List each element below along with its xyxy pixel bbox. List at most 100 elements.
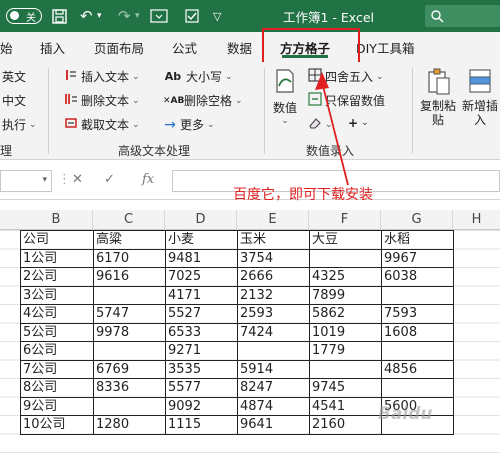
table-cell[interactable]: 5862: [309, 304, 382, 324]
table-cell[interactable]: 6170: [93, 248, 166, 268]
ribbon-execute-button[interactable]: 执行 ⌄: [2, 116, 37, 133]
table-cell[interactable]: 1608: [381, 322, 454, 342]
ribbon-chinese-button[interactable]: 中文: [2, 92, 26, 109]
insert-function-button[interactable]: fx: [142, 172, 154, 187]
table-cell[interactable]: 6533: [165, 322, 238, 342]
table-cell[interactable]: 1公司: [20, 248, 94, 268]
table-cell[interactable]: [309, 359, 382, 379]
header-cell[interactable]: 水稻: [381, 230, 454, 250]
tab-page-layout[interactable]: 页面布局: [94, 32, 144, 62]
table-cell[interactable]: 8公司: [20, 378, 94, 398]
autosave-toggle[interactable]: 关: [6, 0, 42, 32]
ribbon-english-button[interactable]: 英文: [2, 68, 26, 85]
table-cell[interactable]: 5527: [165, 304, 238, 324]
table-cell[interactable]: 1019: [309, 322, 382, 342]
table-cell[interactable]: 5公司: [20, 322, 94, 342]
cancel-icon[interactable]: ✕: [72, 172, 83, 187]
table-cell[interactable]: [237, 341, 310, 361]
confirm-icon[interactable]: ✓: [104, 172, 115, 187]
table-cell[interactable]: 7025: [165, 267, 238, 287]
header-cell[interactable]: 玉米: [237, 230, 310, 250]
dropdown-icon[interactable]: [150, 0, 168, 32]
tab-data[interactable]: 数据: [227, 32, 252, 62]
table-cell[interactable]: 1280: [93, 415, 166, 435]
table-cell[interactable]: 5914: [237, 359, 310, 379]
add-insert-button[interactable]: 新增插入: [460, 68, 500, 127]
column-header-h[interactable]: H: [453, 210, 500, 230]
table-cell[interactable]: 5577: [165, 378, 238, 398]
table-cell[interactable]: 3535: [165, 359, 238, 379]
table-cell[interactable]: 5747: [93, 304, 166, 324]
case-button[interactable]: Ab 大小写 ⌄: [163, 68, 233, 85]
table-cell[interactable]: 4874: [237, 396, 310, 416]
tab-diy-toolbox[interactable]: DIY工具箱: [356, 32, 414, 62]
table-cell[interactable]: 8336: [93, 378, 166, 398]
save-icon[interactable]: [52, 0, 67, 32]
header-cell[interactable]: 公司: [20, 230, 94, 250]
column-header-f[interactable]: F: [309, 210, 381, 230]
table-cell[interactable]: [381, 285, 454, 305]
table-cell[interactable]: [381, 378, 454, 398]
tab-formulas[interactable]: 公式: [172, 32, 197, 62]
insert-text-button[interactable]: 插入文本 ⌄: [64, 68, 140, 85]
table-cell[interactable]: 7公司: [20, 359, 94, 379]
search-box[interactable]: [425, 5, 500, 27]
table-cell[interactable]: 9271: [165, 341, 238, 361]
table-cell[interactable]: 4公司: [20, 304, 94, 324]
table-cell[interactable]: [309, 248, 382, 268]
column-header-e[interactable]: E: [237, 210, 309, 230]
table-cell[interactable]: 9616: [93, 267, 166, 287]
table-cell[interactable]: 4171: [165, 285, 238, 305]
checkbox-icon[interactable]: [185, 0, 199, 32]
table-cell[interactable]: 2666: [237, 267, 310, 287]
column-header-g[interactable]: G: [381, 210, 453, 230]
spreadsheet-grid[interactable]: 公司 高粱 小麦 玉米 大豆 水稻 1公司 6170 9481 3754 9967 2公…: [0, 230, 500, 460]
copy-paste-button[interactable]: 复制粘贴: [418, 68, 458, 127]
header-cell[interactable]: 高粱: [93, 230, 166, 250]
table-cell[interactable]: 2公司: [20, 267, 94, 287]
table-cell[interactable]: 4325: [309, 267, 382, 287]
table-cell[interactable]: 2132: [237, 285, 310, 305]
column-header-b[interactable]: B: [20, 210, 93, 230]
customize-quick-access-icon[interactable]: ▽: [213, 0, 221, 32]
table-cell[interactable]: 8247: [237, 378, 310, 398]
table-cell[interactable]: 9745: [309, 378, 382, 398]
header-cell[interactable]: 小麦: [165, 230, 238, 250]
table-cell[interactable]: 3公司: [20, 285, 94, 305]
extract-text-button[interactable]: 截取文本 ⌄: [64, 116, 140, 133]
table-cell[interactable]: 9481: [165, 248, 238, 268]
table-cell[interactable]: 6公司: [20, 341, 94, 361]
redo-icon[interactable]: ↷: [118, 0, 131, 32]
header-cell[interactable]: 大豆: [309, 230, 382, 250]
redo-dropdown-icon[interactable]: ▾: [135, 0, 140, 32]
tab-home[interactable]: 始: [0, 32, 13, 62]
number-button[interactable]: 数值 ⌄: [273, 68, 297, 126]
table-cell[interactable]: 9092: [165, 396, 238, 416]
table-cell[interactable]: 3754: [237, 248, 310, 268]
table-cell[interactable]: 6038: [381, 267, 454, 287]
table-cell[interactable]: 2593: [237, 304, 310, 324]
table-cell[interactable]: [381, 341, 454, 361]
undo-dropdown-icon[interactable]: ▾: [97, 0, 102, 32]
table-cell[interactable]: 4541: [309, 396, 382, 416]
table-cell[interactable]: 9967: [381, 248, 454, 268]
table-cell[interactable]: 4856: [381, 359, 454, 379]
table-cell[interactable]: 6769: [93, 359, 166, 379]
table-cell[interactable]: 1115: [165, 415, 238, 435]
more-button[interactable]: → 更多 ⌄: [163, 116, 214, 133]
table-cell[interactable]: [93, 396, 166, 416]
table-cell[interactable]: 9978: [93, 322, 166, 342]
table-cell[interactable]: [93, 285, 166, 305]
table-cell[interactable]: 7593: [381, 304, 454, 324]
table-cell[interactable]: 10公司: [20, 415, 94, 435]
undo-icon[interactable]: ↶: [80, 0, 93, 32]
delete-text-button[interactable]: 删除文本 ⌄: [64, 92, 140, 109]
table-cell[interactable]: 7424: [237, 322, 310, 342]
column-header-d[interactable]: D: [165, 210, 237, 230]
delete-space-button[interactable]: ✕AB 删除空格 ⌄: [163, 92, 243, 109]
name-box[interactable]: ▾: [0, 170, 52, 192]
table-cell[interactable]: [93, 341, 166, 361]
table-cell[interactable]: 7899: [309, 285, 382, 305]
table-cell[interactable]: 2160: [309, 415, 382, 435]
table-cell[interactable]: 9公司: [20, 396, 94, 416]
